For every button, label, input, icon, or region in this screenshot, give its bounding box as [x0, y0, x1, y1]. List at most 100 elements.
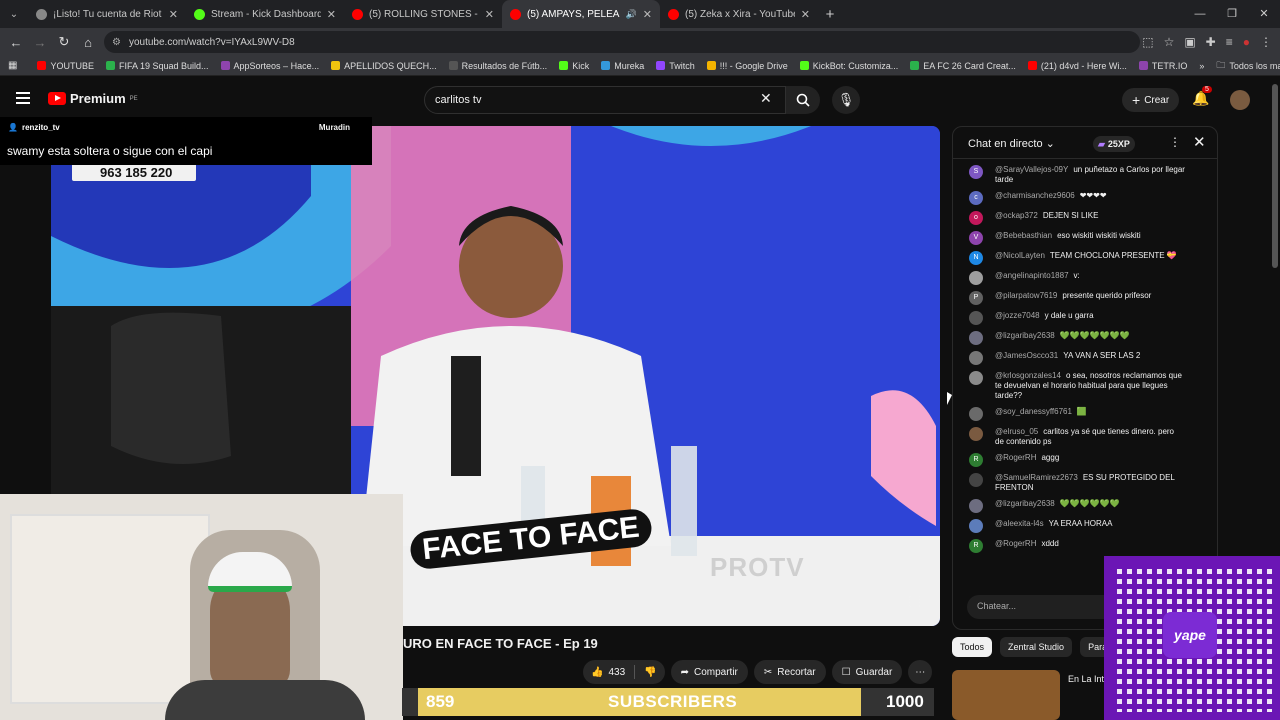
- chat-avatar[interactable]: [969, 351, 983, 365]
- home-icon[interactable]: ⌂: [76, 35, 100, 50]
- create-button[interactable]: + Crear: [1122, 88, 1180, 112]
- chat-username[interactable]: @pilarpatow7619: [995, 291, 1057, 300]
- browser-tab[interactable]: (5) Zeka x Xira - YouTube ✕: [660, 0, 818, 28]
- page-scrollbar[interactable]: [1272, 84, 1278, 268]
- chat-avatar[interactable]: [969, 331, 983, 345]
- chat-avatar[interactable]: [969, 271, 983, 285]
- bookmark-item[interactable]: FIFA 19 Squad Build...: [100, 61, 215, 71]
- chat-username[interactable]: @RogerRH: [995, 453, 1036, 462]
- youtube-premium-logo[interactable]: Premium PE: [48, 91, 138, 106]
- chat-avatar[interactable]: V: [969, 231, 983, 245]
- share-button[interactable]: ➦ Compartir: [670, 660, 748, 684]
- all-bookmarks[interactable]: 🗀 Todos los marcadores: [1210, 58, 1280, 74]
- media-icon[interactable]: ≡: [1226, 35, 1233, 49]
- hamburger-menu-icon[interactable]: [16, 92, 30, 104]
- bookmark-item[interactable]: Kick: [553, 61, 595, 71]
- minimize-icon[interactable]: —: [1184, 0, 1216, 28]
- chat-message[interactable]: P @pilarpatow7619 presente querido prifeso…: [953, 291, 1209, 305]
- bookmark-item[interactable]: AppSorteos – Hace...: [215, 61, 326, 71]
- more-actions-button[interactable]: ⋯: [908, 660, 933, 684]
- more-bookmarks-icon[interactable]: »: [1193, 61, 1210, 71]
- new-tab-button[interactable]: +: [818, 6, 842, 23]
- close-chat-icon[interactable]: ✕: [1193, 133, 1206, 151]
- chat-avatar[interactable]: [969, 427, 983, 441]
- chat-avatar[interactable]: S: [969, 165, 983, 179]
- bookmark-item[interactable]: EA FC 26 Card Creat...: [904, 61, 1022, 71]
- browser-tab[interactable]: (5) AMPAYS, PELEAS, NOVE 🔊 ✕: [502, 0, 660, 28]
- chat-avatar[interactable]: N: [969, 251, 983, 265]
- save-button[interactable]: ☐ Guardar: [831, 660, 903, 684]
- chat-avatar[interactable]: [969, 407, 983, 421]
- chat-message[interactable]: R @RogerRH xddd: [953, 539, 1209, 553]
- chat-avatar[interactable]: o: [969, 211, 983, 225]
- voice-search-button[interactable]: 🎙: [832, 86, 860, 114]
- browser-tab[interactable]: Stream - Kick Dashboard ✕: [186, 0, 344, 28]
- chat-options-icon[interactable]: ⋮: [1169, 135, 1181, 149]
- chat-avatar[interactable]: [969, 311, 983, 325]
- bookmark-item[interactable]: !!! - Google Drive: [701, 61, 794, 71]
- tab-close-icon[interactable]: ✕: [169, 8, 178, 21]
- chat-message[interactable]: @elruso_05 carlitos ya sé que tienes dine…: [953, 427, 1209, 447]
- chat-toggle-icon[interactable]: ⬚: [908, 592, 921, 609]
- extensions-puzzle-icon[interactable]: ✚: [1206, 35, 1216, 49]
- browser-tab[interactable]: ¡Listo! Tu cuenta de Riot ya está ✕: [28, 0, 186, 28]
- chat-username[interactable]: @aleexita-l4s: [995, 519, 1044, 528]
- profile-icon[interactable]: ●: [1243, 35, 1250, 49]
- search-input[interactable]: carlitos tv: [424, 86, 786, 114]
- chat-username[interactable]: @JamesOscco31: [995, 351, 1058, 360]
- site-info-icon[interactable]: ⚙: [112, 37, 121, 48]
- chat-username[interactable]: @RogerRH: [995, 539, 1036, 548]
- chat-message[interactable]: @lizgaribay2638 💚💚💚💚💚💚: [953, 499, 1209, 513]
- chat-username[interactable]: @lizgaribay2638: [995, 331, 1055, 340]
- thumbs-up-icon[interactable]: 👍: [591, 667, 603, 678]
- restore-icon[interactable]: ❐: [1216, 0, 1248, 28]
- clip-button[interactable]: ✂ Recortar: [753, 660, 826, 684]
- chat-message[interactable]: @lizgaribay2638 💚💚💚💚💚💚💚: [953, 331, 1209, 345]
- chat-avatar[interactable]: [969, 499, 983, 513]
- bookmark-item[interactable]: APELLIDOS QUECH...: [325, 61, 443, 71]
- tab-close-icon[interactable]: ✕: [327, 8, 336, 21]
- chat-avatar[interactable]: [969, 371, 983, 385]
- chat-mode-dropdown[interactable]: Chat en directo ⌄: [968, 137, 1055, 150]
- browser-tab[interactable]: (5) ROLLING STONES - Angie | ✕: [344, 0, 502, 28]
- chat-username[interactable]: @SamuelRamirez2673: [995, 473, 1078, 482]
- extension-icon[interactable]: ▣: [1184, 35, 1195, 49]
- bookmark-star-icon[interactable]: ☆: [1164, 35, 1175, 49]
- recommended-title[interactable]: En La Int: [1068, 674, 1104, 684]
- install-icon[interactable]: ⬚: [1142, 35, 1153, 49]
- forward-icon[interactable]: →: [28, 35, 52, 50]
- chat-message[interactable]: @soy_danessyff6761 🟩: [953, 407, 1209, 421]
- chat-message[interactable]: @angelinapinto1887 v:: [953, 271, 1209, 285]
- chat-username[interactable]: @soy_danessyff6761: [995, 407, 1072, 416]
- reload-icon[interactable]: ↻: [52, 34, 76, 50]
- browser-menu-icon[interactable]: ⋮: [1260, 35, 1272, 49]
- bookmark-item[interactable]: TETR.IO: [1133, 61, 1194, 71]
- recommended-thumbnail[interactable]: [952, 670, 1060, 720]
- chat-avatar[interactable]: P: [969, 291, 983, 305]
- tab-search-icon[interactable]: ⌄: [0, 0, 28, 28]
- omnibox[interactable]: ⚙ youtube.com/watch?v=IYAxL9WV-D8: [104, 31, 1140, 53]
- bookmark-item[interactable]: (21) d4vd - Here Wi...: [1022, 61, 1133, 71]
- close-window-icon[interactable]: ✕: [1248, 0, 1280, 28]
- chat-username[interactable]: @ockap372: [995, 211, 1038, 220]
- chat-username[interactable]: @NicolLayten: [995, 251, 1045, 260]
- chat-avatar[interactable]: R: [969, 539, 983, 553]
- chat-message[interactable]: @krlosgonzales14 o sea, nosotros reclamam…: [953, 371, 1209, 401]
- chat-message[interactable]: @SamuelRamirez2673 ES SU PROTEGIDO DEL FR…: [953, 473, 1209, 493]
- notifications-button[interactable]: 🔔 5: [1192, 86, 1212, 107]
- chat-username[interactable]: @lizgaribay2638: [995, 499, 1055, 508]
- chat-message[interactable]: @jozze7048 y dale u garra: [953, 311, 1209, 325]
- chat-avatar[interactable]: [969, 519, 983, 533]
- bookmark-item[interactable]: Twitch: [650, 61, 701, 71]
- thumbs-down-icon[interactable]: 👎: [644, 667, 656, 678]
- like-dislike-button[interactable]: 👍 433 👎: [583, 660, 665, 684]
- chat-username[interactable]: @krlosgonzales14: [995, 371, 1061, 380]
- chat-avatar[interactable]: c: [969, 191, 983, 205]
- bookmark-item[interactable]: YOUTUBE: [31, 61, 100, 71]
- chat-username[interactable]: @jozze7048: [995, 311, 1040, 320]
- chat-username[interactable]: @SarayVallejos-09Y: [995, 165, 1068, 174]
- account-avatar[interactable]: [1230, 90, 1250, 110]
- filter-chip[interactable]: Todos: [952, 637, 993, 657]
- filter-chip[interactable]: Zentral Studio: [1000, 637, 1073, 657]
- bookmark-item[interactable]: Resultados de Fútb...: [443, 61, 554, 71]
